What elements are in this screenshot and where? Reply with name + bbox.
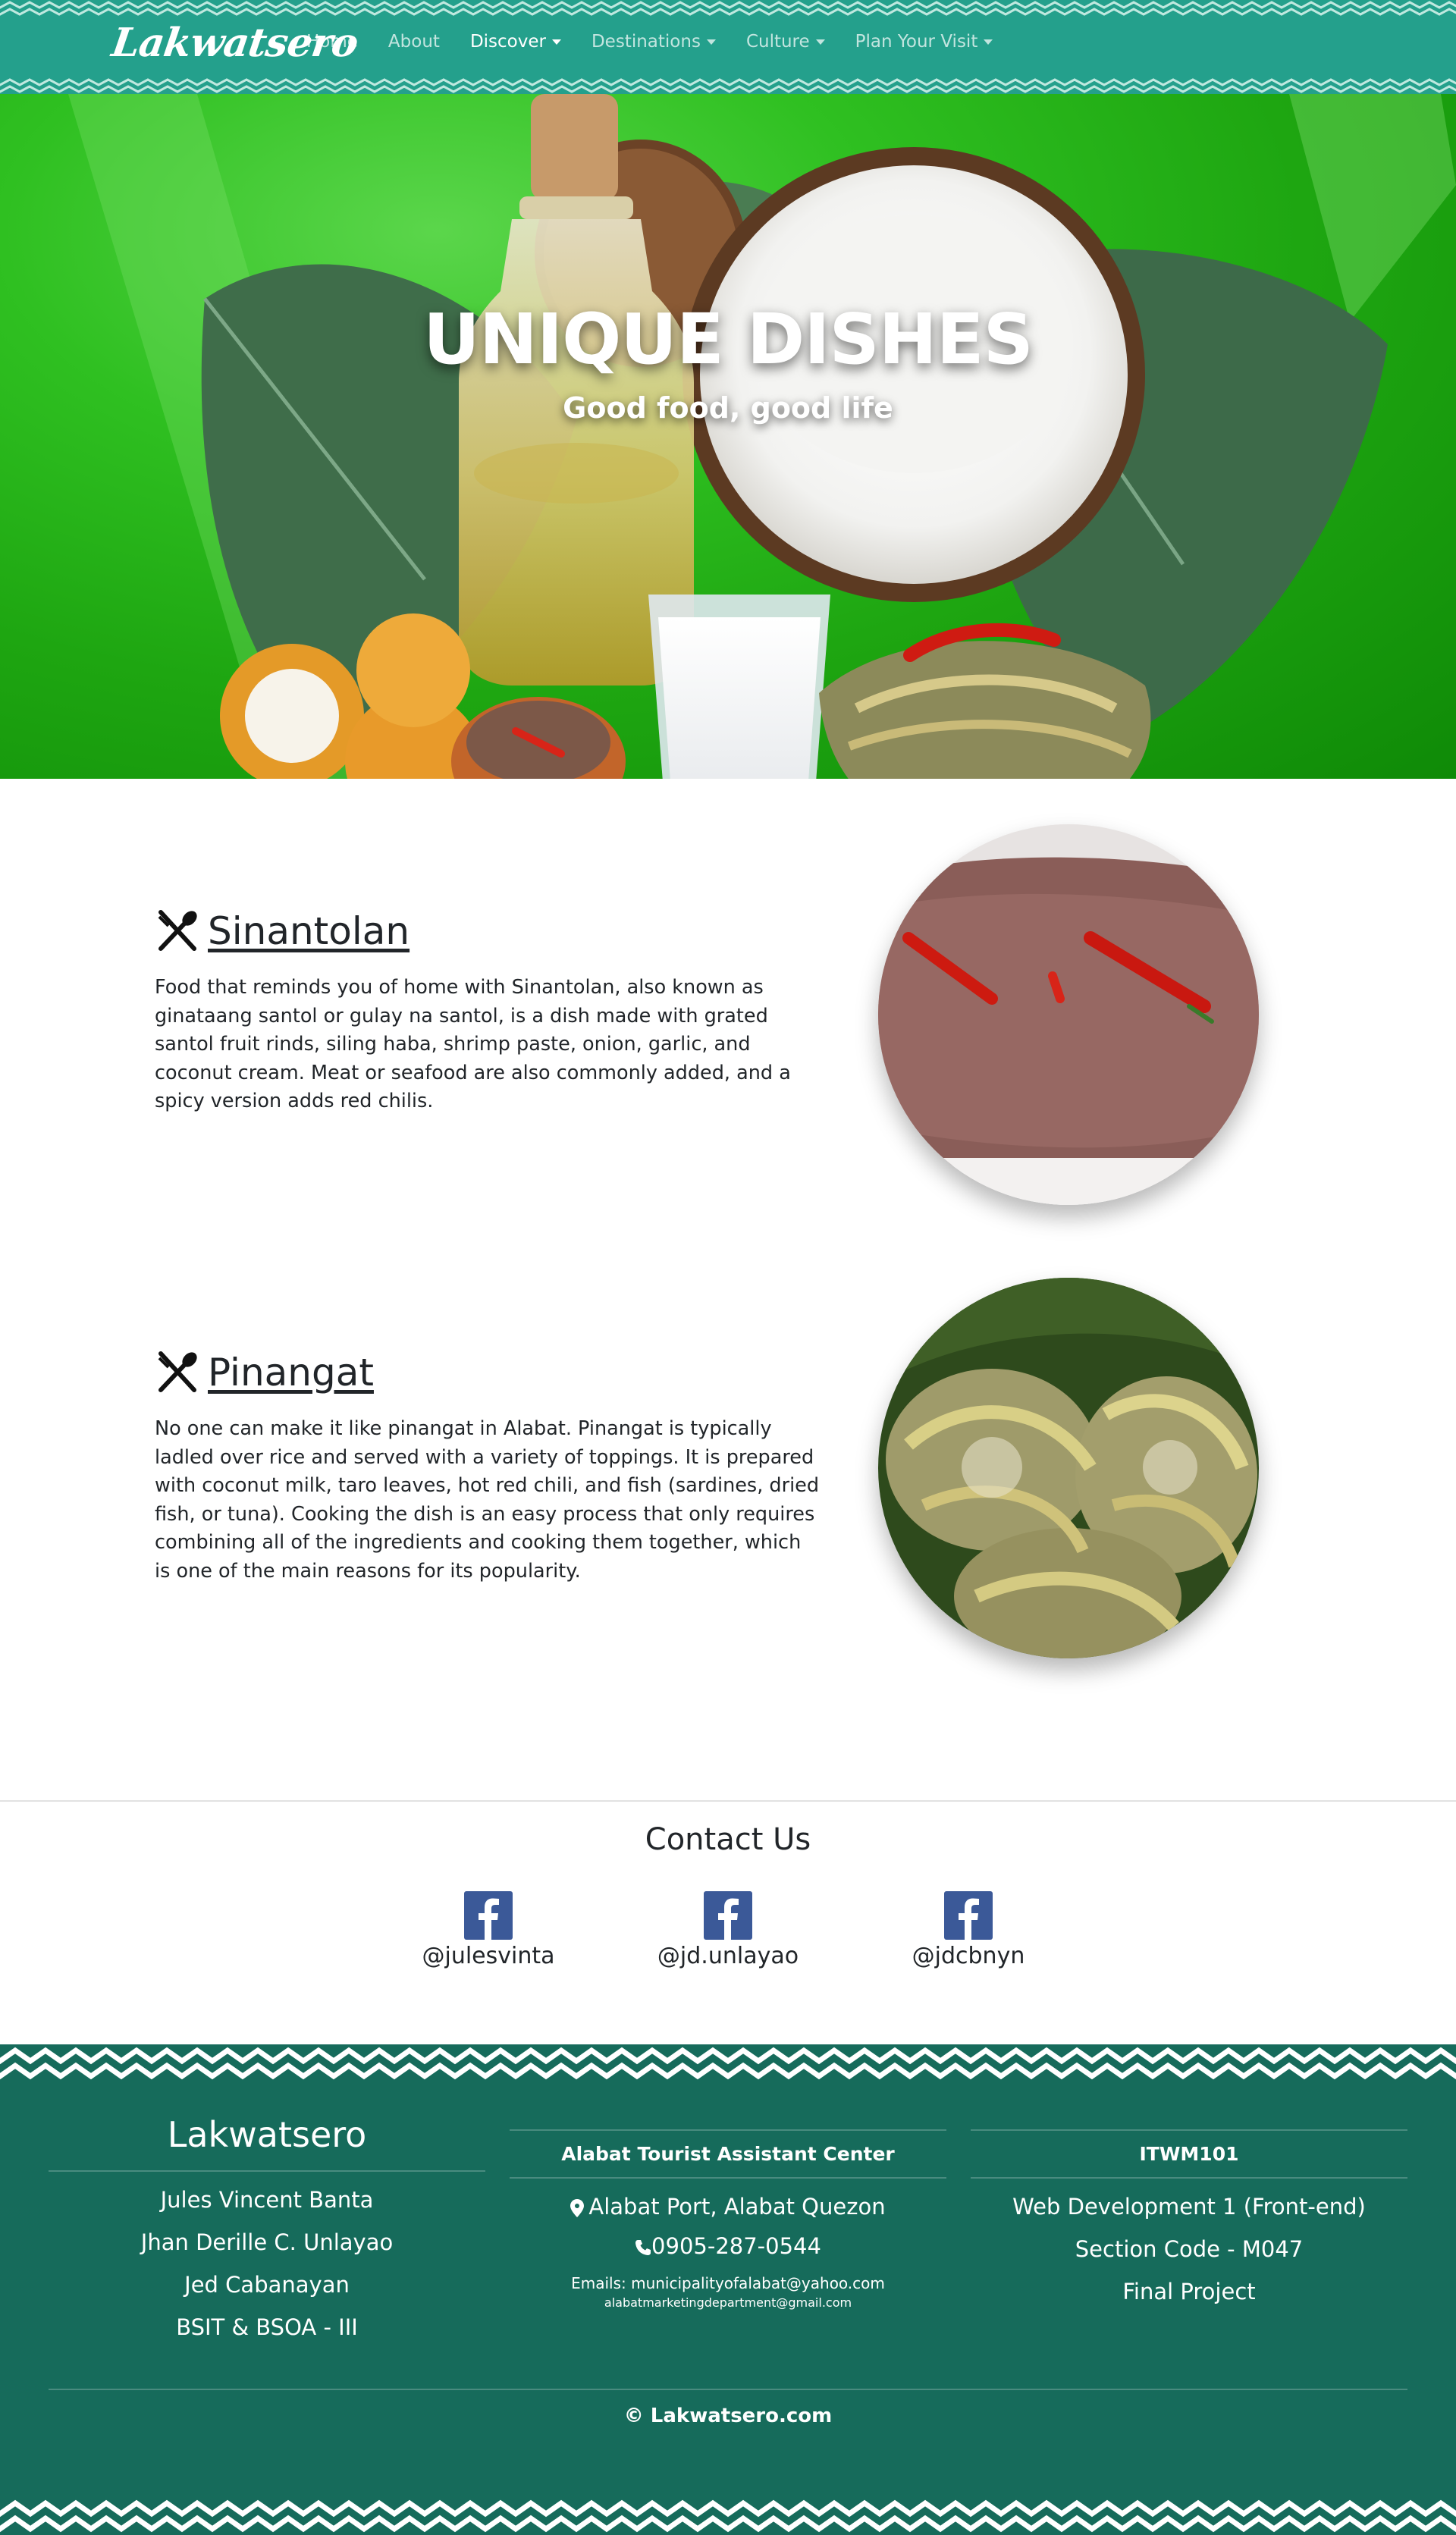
- hero-food-image: [68, 94, 1456, 779]
- nav-discover-label: Discover: [469, 32, 546, 52]
- nav-plan-visit-label: Plan Your Visit: [855, 32, 978, 52]
- facebook-icon[interactable]: [464, 1891, 513, 1940]
- facebook-icon[interactable]: [704, 1891, 752, 1940]
- footer-bottom-divider: [49, 2389, 1407, 2390]
- footer-tourist-center-column: Alabat Tourist Assistant Center Alabat P…: [510, 2044, 946, 2310]
- phone-icon: [635, 2240, 651, 2255]
- contact-title: Contact Us: [645, 1822, 811, 1857]
- hero-subtitle: Good food, good life: [563, 391, 893, 425]
- footer-team-column: Lakwatsero Jules Vincent Banta Jhan Deri…: [49, 2044, 485, 2340]
- nav-plan-visit-dropdown[interactable]: Plan Your Visit: [855, 32, 993, 52]
- dish-title: Pinangat: [208, 1351, 374, 1395]
- footer-divider: [510, 2177, 946, 2179]
- social-handle: @jd.unlayao: [657, 1943, 799, 1969]
- footer-divider: [510, 2129, 946, 2131]
- nav-about[interactable]: About: [388, 32, 440, 52]
- nav-destinations-label: Destinations: [591, 32, 701, 52]
- footer-section-code: Section Code - M047: [1075, 2236, 1304, 2262]
- footer-course-column: ITWM101 Web Development 1 (Front-end) Se…: [971, 2044, 1407, 2304]
- nav-culture-dropdown[interactable]: Culture: [746, 32, 825, 52]
- dish-description: No one can make it like pinangat in Alab…: [155, 1417, 820, 1583]
- navbar-bottom-pattern: [0, 77, 1456, 94]
- nav-links: Home About Discover Destinations Culture…: [306, 32, 993, 52]
- hero-banner: UNIQUE DISHES Good food, good life: [0, 94, 1456, 779]
- nav-culture-label: Culture: [745, 32, 810, 52]
- footer-divider: [971, 2177, 1407, 2179]
- dish-description: Food that reminds you of home with Sinan…: [155, 976, 791, 1112]
- footer-email-primary: Emails: municipalityofalabat@yahoo.com: [571, 2274, 885, 2292]
- footer-divider: [49, 2170, 485, 2172]
- footer-address-text: Alabat Port, Alabat Quezon: [588, 2194, 886, 2220]
- nav-discover-dropdown[interactable]: Discover: [470, 32, 561, 52]
- dish-section-sinantolan: Sinantolan Food that reminds you of home…: [0, 779, 1456, 1205]
- nav-home[interactable]: Home: [306, 32, 358, 52]
- footer-member: Jules Vincent Banta: [160, 2187, 374, 2213]
- dish-section-pinangat: Pinangat No one can make it like pinanga…: [0, 1203, 1456, 1674]
- footer-course-name: Web Development 1 (Front-end): [1012, 2194, 1366, 2220]
- footer-divider: [971, 2129, 1407, 2131]
- chevron-down-icon: [815, 39, 825, 45]
- dish-heading: Pinangat: [155, 1349, 374, 1396]
- social-link-jd-unlayao[interactable]: @jd.unlayao: [645, 1891, 811, 1969]
- footer-member: Jed Cabanayan: [184, 2272, 350, 2298]
- fork-knife-icon: [158, 1351, 197, 1392]
- footer-member: Jhan Derille C. Unlayao: [140, 2229, 394, 2255]
- chevron-down-icon: [706, 39, 716, 45]
- footer-bottom-pattern: [0, 2497, 1456, 2535]
- footer-course: BSIT & BSOA - III: [176, 2314, 358, 2340]
- footer-project-label: Final Project: [1122, 2279, 1256, 2304]
- dish-title: Sinantolan: [208, 909, 410, 953]
- copyright-text: © Lakwatsero.com: [623, 2405, 833, 2427]
- footer-address: Alabat Port, Alabat Quezon: [510, 2194, 946, 2220]
- social-link-julesvinta[interactable]: @julesvinta: [405, 1891, 572, 1969]
- social-handle: @jdcbnyn: [912, 1943, 1025, 1969]
- section-divider: [0, 1800, 1456, 1802]
- hero-title: UNIQUE DISHES: [423, 299, 1034, 380]
- navbar-top-pattern: [0, 0, 1456, 17]
- footer-center-title: Alabat Tourist Assistant Center: [561, 2143, 895, 2165]
- sinantolan-image: [878, 824, 1259, 1205]
- nav-destinations-dropdown[interactable]: Destinations: [592, 32, 716, 52]
- fork-knife-icon: [158, 910, 197, 951]
- social-link-jdcbnyn[interactable]: @jdcbnyn: [885, 1891, 1052, 1969]
- footer-phone-text: 0905-287-0544: [651, 2233, 821, 2259]
- social-handle: @julesvinta: [422, 1943, 555, 1969]
- footer-brand-title: Lakwatsero: [167, 2114, 367, 2155]
- footer-email-secondary: alabatmarketingdepartment@gmail.com: [604, 2295, 852, 2310]
- footer-course-code: ITWM101: [1139, 2143, 1239, 2165]
- dish-heading: Sinantolan: [155, 908, 410, 955]
- footer-phone: 0905-287-0544: [510, 2233, 946, 2259]
- map-marker-icon: [570, 2199, 585, 2217]
- dish-photo-sinantolan: [878, 824, 1259, 1205]
- pinangat-image: [878, 1278, 1259, 1658]
- navbar: Lakwatsero Home About Discover Destinati…: [0, 0, 1456, 94]
- chevron-down-icon: [551, 39, 561, 45]
- chevron-down-icon: [984, 39, 993, 45]
- dish-photo-pinangat: [878, 1278, 1259, 1658]
- facebook-icon[interactable]: [944, 1891, 993, 1940]
- footer: Lakwatsero Jules Vincent Banta Jhan Deri…: [0, 2044, 1456, 2535]
